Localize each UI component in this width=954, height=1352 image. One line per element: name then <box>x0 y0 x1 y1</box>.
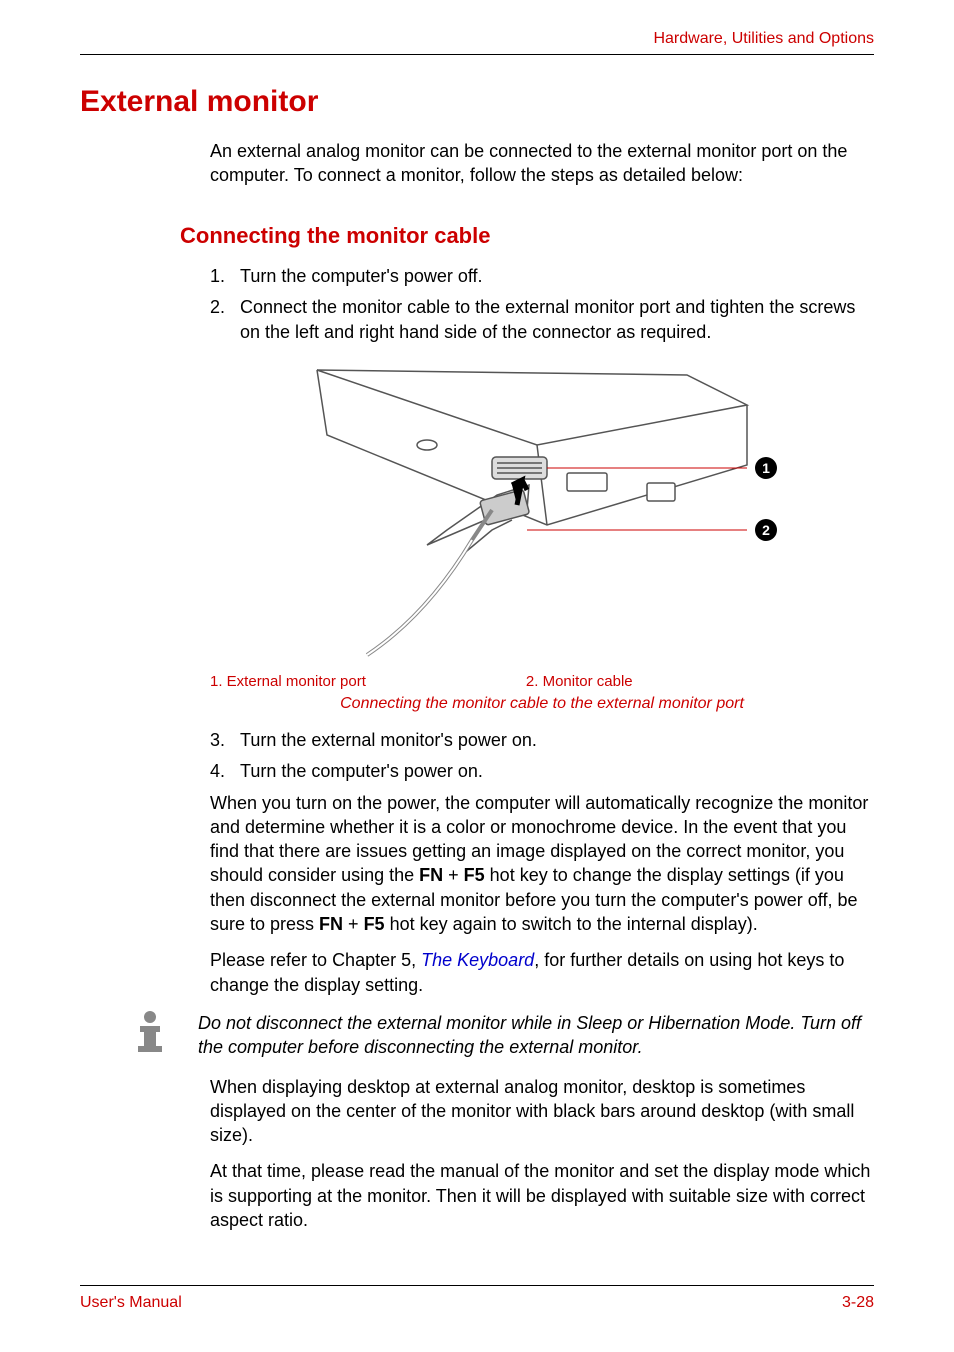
step-number: 2. <box>210 295 240 345</box>
footer-rule <box>80 1285 874 1286</box>
page-title: External monitor <box>80 85 874 119</box>
step-text: Connect the monitor cable to the externa… <box>240 295 874 345</box>
key-fn: FN <box>419 865 443 885</box>
legend-item-1: 1. External monitor port <box>210 673 366 690</box>
text-span: hot key again to switch to the internal … <box>385 914 758 934</box>
step-text: Turn the computer's power off. <box>240 264 874 289</box>
key-fn: FN <box>319 914 343 934</box>
laptop-port-illustration <box>297 355 787 665</box>
step-number: 1. <box>210 264 240 289</box>
section-subtitle: Connecting the monitor cable <box>180 223 874 249</box>
footer-page-number: 3-28 <box>842 1294 874 1312</box>
step-2: 2. Connect the monitor cable to the exte… <box>210 295 874 345</box>
paragraph-hotkey: When you turn on the power, the computer… <box>210 791 874 937</box>
paragraph-reference: Please refer to Chapter 5, The Keyboard,… <box>210 948 874 997</box>
step-1: 1. Turn the computer's power off. <box>210 264 874 289</box>
page-footer: User's Manual 3-28 <box>80 1285 874 1312</box>
header-section: Hardware, Utilities and Options <box>80 30 874 48</box>
note-text: Do not disconnect the external monitor w… <box>190 1009 874 1060</box>
legend-item-2: 2. Monitor cable <box>526 673 633 690</box>
figure-container: 1 2 <box>210 355 874 665</box>
text-span: Please refer to Chapter 5, <box>210 950 421 970</box>
key-f5: F5 <box>464 865 485 885</box>
header-rule <box>80 54 874 55</box>
steps-list-34: 3. Turn the external monitor's power on.… <box>210 728 874 784</box>
paragraph-manual: At that time, please read the manual of … <box>210 1159 874 1232</box>
step-4: 4. Turn the computer's power on. <box>210 759 874 784</box>
step-text: Turn the computer's power on. <box>240 759 874 784</box>
step-text: Turn the external monitor's power on. <box>240 728 874 753</box>
text-span: + <box>443 865 464 885</box>
step-number: 3. <box>210 728 240 753</box>
step-number: 4. <box>210 759 240 784</box>
text-span: + <box>343 914 364 934</box>
figure-legend: 1. External monitor port 2. Monitor cabl… <box>210 673 874 690</box>
footer-manual-label: User's Manual <box>80 1294 182 1312</box>
note-block: Do not disconnect the external monitor w… <box>130 1009 874 1060</box>
keyboard-chapter-link[interactable]: The Keyboard <box>421 950 534 970</box>
monitor-cable-diagram: 1 2 <box>297 355 787 665</box>
info-icon <box>130 1009 170 1059</box>
intro-paragraph: An external analog monitor can be connec… <box>210 139 874 188</box>
step-3: 3. Turn the external monitor's power on. <box>210 728 874 753</box>
callout-2: 2 <box>755 519 777 541</box>
paragraph-blackbars: When displaying desktop at external anal… <box>210 1075 874 1148</box>
key-f5: F5 <box>364 914 385 934</box>
figure-caption: Connecting the monitor cable to the exte… <box>210 695 874 713</box>
callout-1: 1 <box>755 457 777 479</box>
steps-list-12: 1. Turn the computer's power off. 2. Con… <box>210 264 874 346</box>
